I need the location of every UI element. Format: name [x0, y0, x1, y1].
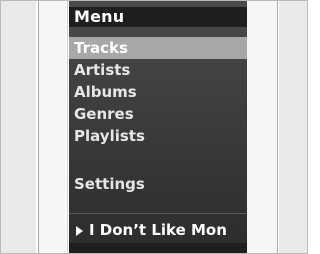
now-playing-label: I Don’t Like Mon: [89, 221, 227, 239]
device-frame: Menu Tracks Artists Albums Genres Playli…: [0, 0, 308, 254]
right-inner-bezel: [247, 1, 278, 253]
now-playing-divider: [69, 213, 247, 214]
menu-spacer: [69, 147, 247, 173]
menu-item-settings[interactable]: Settings: [69, 173, 247, 195]
play-icon: [76, 226, 83, 236]
title-bar: Menu: [69, 7, 247, 27]
menu-item-artists[interactable]: Artists: [69, 59, 247, 81]
bottom-bar: [69, 243, 247, 253]
left-bezel: [1, 1, 36, 253]
left-inner-bezel: [38, 1, 66, 253]
menu-item-tracks[interactable]: Tracks: [69, 37, 247, 59]
menu-item-playlists[interactable]: Playlists: [69, 125, 247, 147]
screen-border-left: [67, 1, 68, 253]
main-menu: Tracks Artists Albums Genres Playlists S…: [69, 37, 247, 195]
right-bezel: [279, 1, 307, 253]
menu-item-albums[interactable]: Albums: [69, 81, 247, 103]
menu-item-genres[interactable]: Genres: [69, 103, 247, 125]
page-title: Menu: [74, 7, 125, 26]
now-playing-item[interactable]: I Don’t Like Mon: [69, 217, 247, 243]
device-screen: Menu Tracks Artists Albums Genres Playli…: [69, 1, 247, 253]
